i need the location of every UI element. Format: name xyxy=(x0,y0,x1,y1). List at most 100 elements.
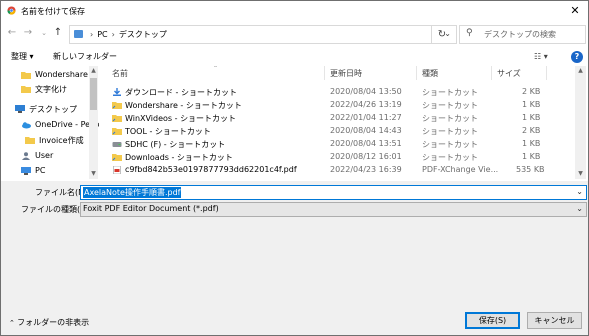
file-type: ショートカット xyxy=(422,153,478,162)
nav-scroll-thumb[interactable] xyxy=(90,78,97,110)
pdf-icon xyxy=(113,166,121,174)
shortcut-folder-icon xyxy=(112,115,122,122)
filename-input[interactable]: AxelaNote操作手順書.pdf ⌄ xyxy=(80,185,587,200)
column-divider[interactable] xyxy=(546,66,547,80)
shortcut-folder-icon xyxy=(112,154,122,161)
breadcrumb-desktop[interactable]: デスクトップ xyxy=(119,30,167,39)
hide-folders-toggle[interactable]: ⌃ フォルダーの非表示 xyxy=(9,317,89,328)
save-form: ファイル名(N): AxelaNote操作手順書.pdf ⌄ ファイルの種類(T… xyxy=(1,181,588,335)
column-header-size[interactable]: サイズ xyxy=(497,68,521,79)
search-input[interactable]: ⚲ デスクトップの検索 xyxy=(459,25,586,44)
organize-button[interactable]: 整理 ▾ xyxy=(11,51,34,62)
column-divider[interactable] xyxy=(491,66,492,80)
breadcrumb-pc[interactable]: PC xyxy=(97,30,107,39)
desktop-icon xyxy=(15,105,25,113)
file-name: c9fbd842b53e0197877793dd62201c4f.pdf xyxy=(125,165,297,174)
close-button[interactable]: ✕ xyxy=(568,4,582,18)
shortcut-folder-icon xyxy=(112,102,122,109)
breadcrumb: › PC › デスクトップ xyxy=(86,29,167,40)
chevron-right-icon: › xyxy=(90,30,94,39)
file-row[interactable]: Downloads - ショートカット 2020/08/12 16:01 ショー… xyxy=(101,151,571,164)
file-size: 2 KB xyxy=(522,87,541,96)
address-bar[interactable]: › PC › デスクトップ ⌄ xyxy=(69,25,457,44)
scroll-up-icon[interactable]: ▲ xyxy=(575,67,586,74)
command-bar: 整理 ▾ 新しいフォルダー ☷ ▾ ? xyxy=(1,48,588,66)
filename-value: AxelaNote操作手順書.pdf xyxy=(83,187,182,198)
hide-folders-label: フォルダーの非表示 xyxy=(17,318,90,327)
file-date: 2022/04/23 16:39 xyxy=(330,165,402,174)
file-size: 1 KB xyxy=(522,139,541,148)
file-type: ショートカット xyxy=(422,88,478,97)
scroll-up-icon[interactable]: ▲ xyxy=(89,67,98,74)
file-size: 535 KB xyxy=(516,165,545,174)
file-date: 2020/08/04 13:51 xyxy=(330,139,402,148)
column-divider[interactable] xyxy=(324,66,325,80)
save-as-dialog: 名前を付けて保存 ✕ ← → ⌄ ↑ › PC › デスクトップ ⌄ ↻ ⚲ デスクト… xyxy=(0,0,589,336)
file-type: ショートカット xyxy=(422,127,478,136)
new-folder-button[interactable]: 新しいフォルダー xyxy=(53,51,117,62)
chrome-icon xyxy=(7,6,16,15)
file-size: 1 KB xyxy=(522,100,541,109)
scroll-down-icon[interactable]: ▼ xyxy=(89,170,98,177)
file-name: Wondershare - ショートカット xyxy=(125,101,242,110)
file-row[interactable]: Wondershare - ショートカット 2022/04/26 13:19 シ… xyxy=(101,99,571,112)
shortcut-drive-icon xyxy=(112,142,122,147)
file-date: 2022/01/04 11:27 xyxy=(330,113,402,122)
filetype-value: Foxit PDF Editor Document (*.pdf) xyxy=(83,204,219,213)
file-date: 2020/08/04 13:50 xyxy=(330,87,402,96)
filetype-select[interactable]: Foxit PDF Editor Document (*.pdf) ⌄ xyxy=(80,202,587,217)
chevron-up-icon: ⌃ xyxy=(9,319,18,327)
search-placeholder: デスクトップの検索 xyxy=(484,30,556,39)
file-type: ショートカット xyxy=(422,101,478,110)
back-arrow-icon[interactable]: ← xyxy=(5,26,19,40)
file-name: SDHC (F) - ショートカット xyxy=(125,140,226,149)
user-icon xyxy=(22,152,30,160)
save-button[interactable]: 保存(S) xyxy=(465,312,520,329)
recent-locations-chevron-icon[interactable]: ⌄ xyxy=(37,26,51,40)
pc-icon xyxy=(74,30,83,38)
help-icon[interactable]: ? xyxy=(571,51,583,63)
file-size: 2 KB xyxy=(522,126,541,135)
file-list-scrollbar[interactable]: ▲ ▼ xyxy=(575,66,586,179)
up-arrow-icon[interactable]: ↑ xyxy=(51,26,65,40)
pc-icon xyxy=(21,167,31,175)
file-date: 2022/04/26 13:19 xyxy=(330,100,402,109)
file-name: WinXVideos - ショートカット xyxy=(125,114,237,123)
shortcut-download-icon xyxy=(113,88,121,96)
folder-icon xyxy=(21,86,31,93)
sort-indicator-icon: ⌃ xyxy=(213,66,219,72)
file-date: 2020/08/04 14:43 xyxy=(330,126,402,135)
cancel-button[interactable]: キャンセル xyxy=(527,312,582,329)
column-divider[interactable] xyxy=(416,66,417,80)
search-icon: ⚲ xyxy=(466,28,473,38)
folder-icon xyxy=(25,137,35,144)
chevron-down-icon[interactable]: ⌄ xyxy=(576,204,583,213)
forward-arrow-icon[interactable]: → xyxy=(21,26,35,40)
nav-scrollbar[interactable]: ▲ ▼ xyxy=(89,66,98,179)
file-name: TOOL - ショートカット xyxy=(125,127,211,136)
scroll-down-icon[interactable]: ▼ xyxy=(575,170,586,177)
file-name: ダウンロード - ショートカット xyxy=(125,88,237,97)
file-type: ショートカット xyxy=(422,114,478,123)
title-bar: 名前を付けて保存 ✕ xyxy=(1,1,588,21)
file-row[interactable]: WinXVideos - ショートカット 2022/01/04 11:27 ショ… xyxy=(101,112,571,125)
refresh-icon[interactable]: ↻ xyxy=(431,25,452,44)
column-header-name[interactable]: 名前 xyxy=(112,68,128,79)
view-options-icon[interactable]: ☷ ▾ xyxy=(534,52,548,61)
file-row[interactable]: SDHC (F) - ショートカット 2020/08/04 13:51 ショート… xyxy=(101,138,571,151)
column-header-date[interactable]: 更新日時 xyxy=(330,68,362,79)
shortcut-folder-icon xyxy=(112,128,122,135)
file-type: PDF-XChange Vie... xyxy=(422,165,499,174)
navigation-pane: Wondershare 文字化け デスクトップ OneDrive - Perso… xyxy=(1,66,99,179)
column-header-type[interactable]: 種類 xyxy=(422,68,438,79)
chevron-down-icon[interactable]: ⌄ xyxy=(576,187,583,196)
file-row[interactable]: TOOL - ショートカット 2020/08/04 14:43 ショートカット … xyxy=(101,125,571,138)
file-size: 1 KB xyxy=(522,152,541,161)
file-row[interactable]: ダウンロード - ショートカット 2020/08/04 13:50 ショートカッ… xyxy=(101,86,571,99)
file-row[interactable]: c9fbd842b53e0197877793dd62201c4f.pdf 202… xyxy=(101,164,571,177)
chevron-right-icon: › xyxy=(111,30,115,39)
folder-icon xyxy=(21,72,31,79)
cloud-icon xyxy=(22,122,31,129)
file-size: 1 KB xyxy=(522,113,541,122)
file-name: Downloads - ショートカット xyxy=(125,153,233,162)
